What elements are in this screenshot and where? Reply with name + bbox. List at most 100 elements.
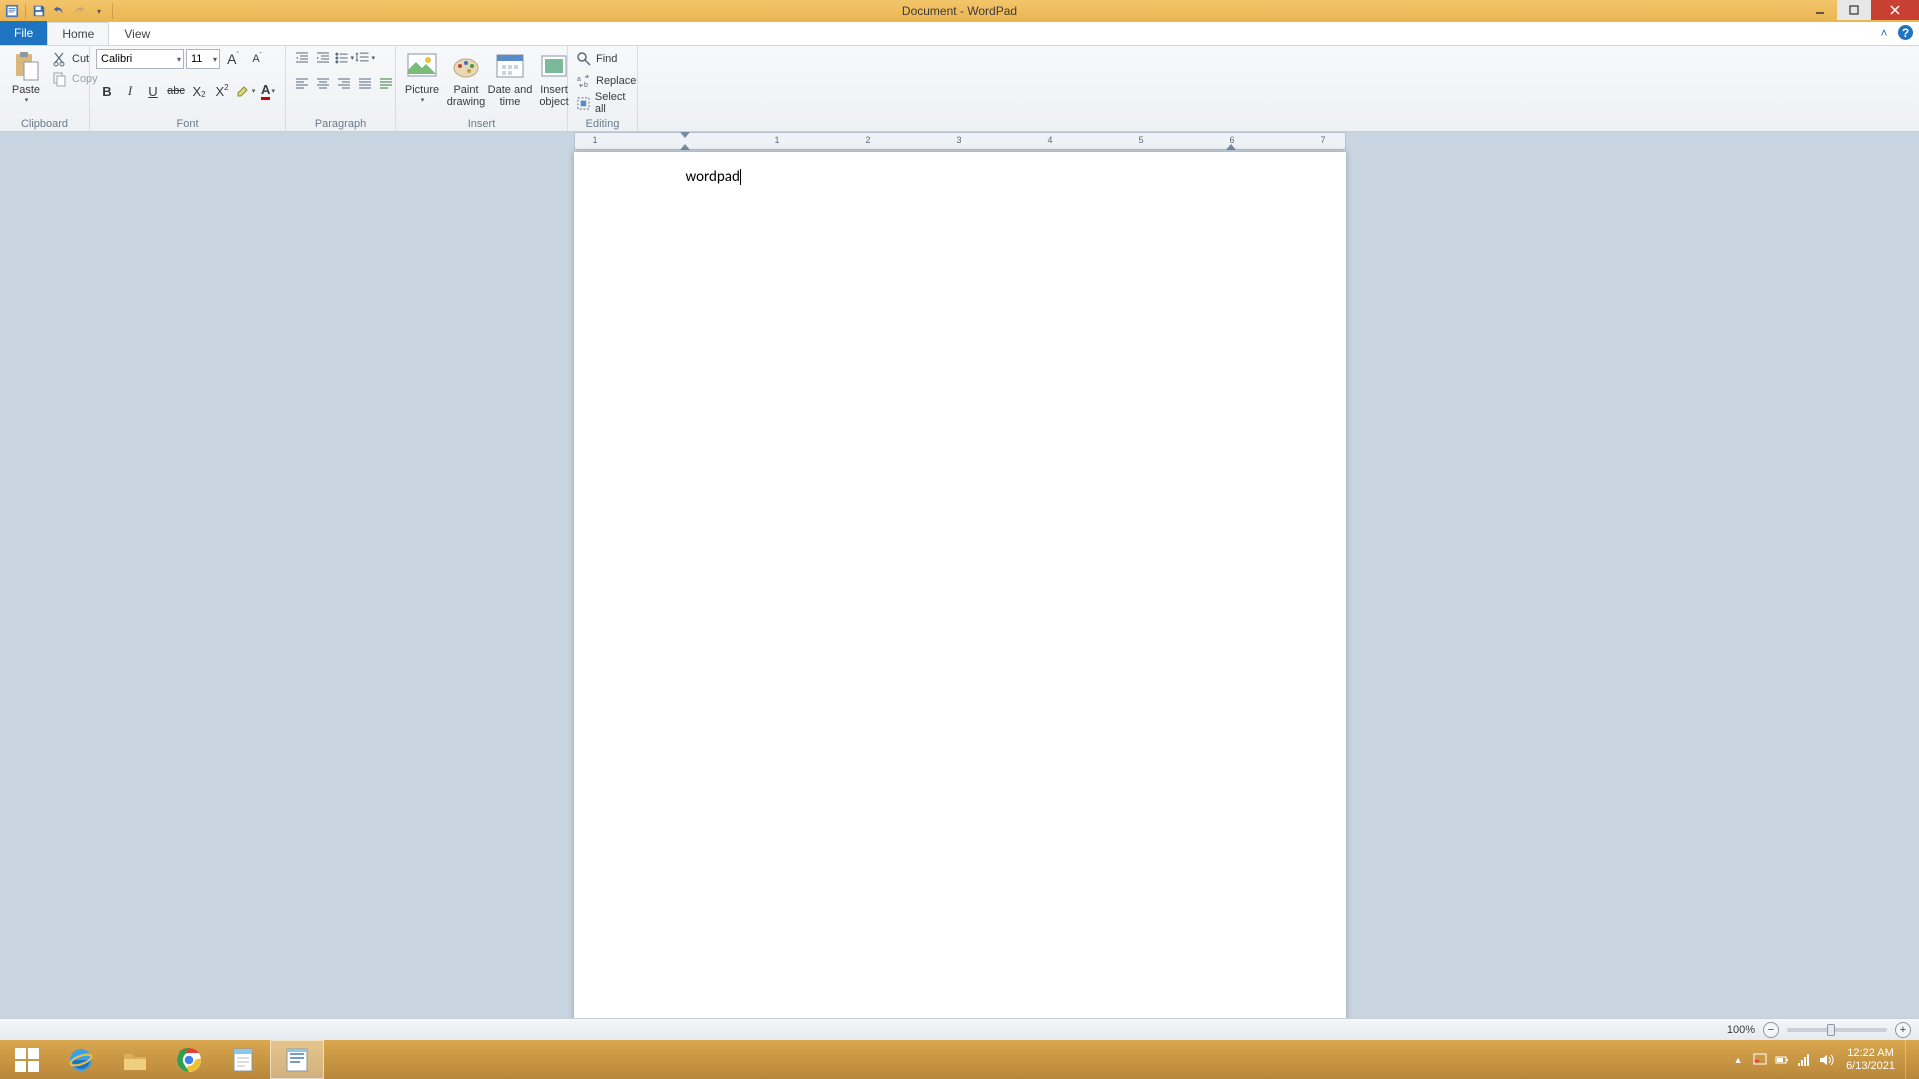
- qat-customize-icon[interactable]: ▾: [90, 2, 108, 20]
- picture-dropdown-icon: ▾: [421, 96, 425, 104]
- show-hidden-icons[interactable]: ▲: [1730, 1052, 1746, 1068]
- subscript-button[interactable]: X2: [188, 80, 210, 102]
- show-desktop-button[interactable]: [1905, 1040, 1913, 1079]
- network-icon[interactable]: [1796, 1052, 1812, 1068]
- object-label: Insert object: [539, 84, 568, 108]
- paste-dropdown-icon: ▾: [25, 96, 29, 104]
- font-family-combo[interactable]: Calibri▾: [96, 49, 184, 69]
- left-indent-marker[interactable]: [680, 144, 690, 150]
- taskbar: ▲ 12:22 AM 6/13/2021: [0, 1040, 1919, 1079]
- select-all-icon: [576, 95, 591, 111]
- font-group: Calibri▾ 11▾ Aˆ Aˇ B I U abc X2 X2 ▾ A▾ …: [90, 46, 286, 131]
- editing-group-label: Editing: [574, 118, 631, 131]
- horizontal-ruler[interactable]: 1 1 2 3 4 5 6 7: [574, 132, 1346, 150]
- editing-group: Find ab Replace Select all Editing: [568, 46, 638, 131]
- view-tab[interactable]: View: [109, 22, 165, 45]
- ruler-mark: 5: [1139, 135, 1144, 145]
- qat-separator: [25, 3, 26, 19]
- wordpad-taskbar-icon[interactable]: [270, 1040, 324, 1079]
- replace-button[interactable]: ab Replace: [574, 72, 638, 90]
- ruler-mark: 4: [1048, 135, 1053, 145]
- zoom-in-button[interactable]: +: [1895, 1022, 1911, 1038]
- close-button[interactable]: [1871, 0, 1919, 20]
- title-bar: ▾ Document - WordPad: [0, 0, 1919, 22]
- action-center-icon[interactable]: [1752, 1052, 1768, 1068]
- paint-drawing-button[interactable]: Paint drawing: [446, 48, 486, 110]
- replace-label: Replace: [596, 75, 636, 87]
- volume-icon[interactable]: [1818, 1052, 1834, 1068]
- ruler-mark: 3: [957, 135, 962, 145]
- zoom-out-button[interactable]: −: [1763, 1022, 1779, 1038]
- increase-indent-button[interactable]: [313, 48, 333, 68]
- align-left-button[interactable]: [292, 74, 312, 94]
- shrink-font-button[interactable]: Aˇ: [246, 48, 268, 70]
- selectall-label: Select all: [595, 91, 636, 115]
- strikethrough-button[interactable]: abc: [165, 80, 187, 102]
- wordpad-app-icon[interactable]: [3, 2, 21, 20]
- copy-icon: [52, 71, 68, 87]
- battery-icon[interactable]: [1774, 1052, 1790, 1068]
- right-indent-marker[interactable]: [1226, 144, 1236, 150]
- first-line-indent-marker[interactable]: [680, 132, 690, 138]
- help-icon[interactable]: ?: [1898, 25, 1913, 40]
- window-title: Document - WordPad: [902, 4, 1017, 18]
- taskbar-time: 12:22 AM: [1846, 1047, 1895, 1060]
- justify-button[interactable]: [355, 74, 375, 94]
- font-size-combo[interactable]: 11▾: [186, 49, 220, 69]
- file-tab[interactable]: File: [0, 21, 47, 45]
- home-tab[interactable]: Home: [47, 22, 109, 45]
- paint-icon: [450, 50, 482, 82]
- collapse-ribbon-icon[interactable]: ˄: [1876, 25, 1892, 41]
- picture-icon: [406, 50, 438, 82]
- bullets-button[interactable]: ▾: [334, 48, 354, 68]
- redo-icon[interactable]: [70, 2, 88, 20]
- undo-icon[interactable]: [50, 2, 68, 20]
- align-center-button[interactable]: [313, 74, 333, 94]
- document-area: 1 1 2 3 4 5 6 7 wordpad: [0, 132, 1919, 1052]
- maximize-button[interactable]: [1837, 0, 1871, 20]
- zoom-slider[interactable]: [1787, 1028, 1887, 1032]
- underline-button[interactable]: U: [142, 80, 164, 102]
- window-controls: [1803, 0, 1919, 20]
- insert-group-label: Insert: [402, 118, 561, 131]
- picture-button[interactable]: Picture ▾: [402, 48, 442, 106]
- decrease-indent-button[interactable]: [292, 48, 312, 68]
- text-cursor: [740, 169, 741, 185]
- taskbar-date: 6/13/2021: [1846, 1060, 1895, 1073]
- highlight-button[interactable]: ▾: [234, 80, 256, 102]
- chrome-icon[interactable]: [162, 1040, 216, 1079]
- line-spacing-button[interactable]: ▾: [355, 48, 375, 68]
- paragraph-group-label: Paragraph: [292, 118, 389, 131]
- ruler-mark: 1: [593, 135, 598, 145]
- save-icon[interactable]: [30, 2, 48, 20]
- start-button[interactable]: [0, 1040, 54, 1079]
- clipboard-group-label: Clipboard: [6, 118, 83, 131]
- notepad-icon[interactable]: [216, 1040, 270, 1079]
- file-explorer-icon[interactable]: [108, 1040, 162, 1079]
- replace-icon: ab: [576, 73, 592, 89]
- grow-font-button[interactable]: Aˆ: [222, 48, 244, 70]
- italic-button[interactable]: I: [119, 80, 141, 102]
- internet-explorer-icon[interactable]: [54, 1040, 108, 1079]
- paragraph-dialog-button[interactable]: [376, 74, 396, 94]
- quick-access-toolbar: ▾: [0, 2, 115, 20]
- find-button[interactable]: Find: [574, 50, 638, 68]
- paste-button[interactable]: Paste ▾: [6, 48, 46, 106]
- bold-button[interactable]: B: [96, 80, 118, 102]
- calendar-icon: [494, 50, 526, 82]
- document-text[interactable]: wordpad: [686, 168, 740, 186]
- zoom-slider-thumb[interactable]: [1827, 1024, 1835, 1036]
- chevron-down-icon: ▾: [177, 55, 181, 64]
- taskbar-clock[interactable]: 12:22 AM 6/13/2021: [1846, 1047, 1895, 1073]
- select-all-button[interactable]: Select all: [574, 94, 638, 112]
- paragraph-group: ▾ ▾ Paragraph: [286, 46, 396, 131]
- align-right-button[interactable]: [334, 74, 354, 94]
- minimize-button[interactable]: [1803, 0, 1837, 20]
- paint-label: Paint drawing: [447, 84, 486, 108]
- superscript-button[interactable]: X2: [211, 80, 233, 102]
- document-page[interactable]: wordpad: [574, 152, 1346, 1052]
- paste-label: Paste: [12, 84, 40, 96]
- font-color-button[interactable]: A▾: [257, 80, 279, 102]
- date-time-button[interactable]: Date and time: [490, 48, 530, 110]
- ruler-mark: 7: [1321, 135, 1326, 145]
